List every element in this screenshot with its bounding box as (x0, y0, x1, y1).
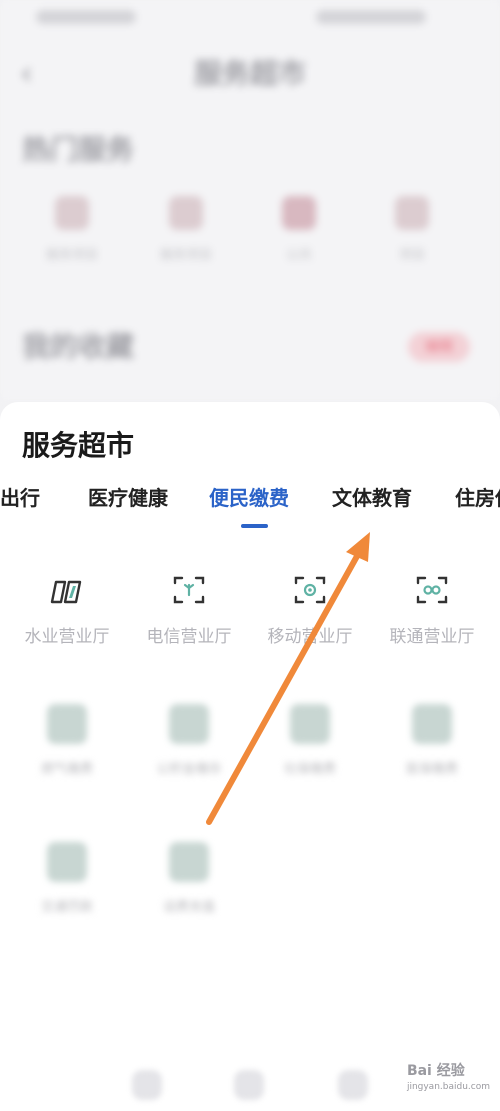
background-page: ‹ 服务超市 热门服务 服务项目 服务项目 公共 项目 我的收藏 编辑 (0, 0, 500, 400)
baidu-watermark: Bai 经验 jingyan.baidu.com (407, 1060, 490, 1092)
service-item[interactable]: 燃气缴费 (7, 704, 127, 777)
service-icon (169, 704, 209, 744)
unicom-label: 联通营业厅 (389, 627, 475, 647)
status-bar-right (316, 10, 426, 24)
edit-button[interactable]: 编辑 (408, 332, 470, 362)
service-icon (47, 704, 87, 744)
tab-utilities[interactable]: 便民缴费 (209, 482, 289, 511)
mobile-item[interactable]: 移动营业厅 (250, 570, 370, 647)
service-market-sheet: 服务超市 交通出行 医疗健康 便民缴费 文体教育 住房保障 水业营业厅 电信营业… (0, 402, 500, 1111)
hot-service-label: 服务项目 (45, 248, 98, 263)
tab-culture-education[interactable]: 文体教育 (332, 482, 412, 511)
service-label: 话费充值 (162, 900, 215, 915)
telecom-item[interactable]: 电信营业厅 (129, 570, 249, 647)
water-bill-label: 水业营业厅 (24, 627, 110, 647)
tab-transport[interactable]: 交通出行 (0, 482, 40, 511)
status-bar-left (36, 10, 136, 24)
hot-services-row: 服务项目 服务项目 公共 项目 (0, 196, 500, 276)
service-label: 公积金缴存 (156, 762, 222, 777)
status-bar (0, 8, 500, 28)
unicom-item[interactable]: 联通营业厅 (372, 570, 492, 647)
service-label: 社保缴费 (283, 762, 336, 777)
hot-service-item[interactable]: 公共 (259, 196, 339, 263)
hot-services-heading: 热门服务 (22, 133, 135, 166)
tab-housing[interactable]: 住房保障 (455, 482, 500, 511)
service-label: 交通罚款 (40, 900, 93, 915)
service-label: 医保缴费 (405, 762, 458, 777)
unicom-icon (412, 570, 452, 610)
water-bill-icon (47, 570, 87, 610)
service-icon (282, 196, 316, 230)
service-item[interactable]: 医保缴费 (372, 704, 492, 777)
mobile-icon (290, 570, 330, 610)
service-item[interactable]: 公积金缴存 (129, 704, 249, 777)
service-icon (169, 196, 203, 230)
sheet-title: 服务超市 (22, 429, 135, 462)
service-item[interactable]: 社保缴费 (250, 704, 370, 777)
page-title: 服务超市 (193, 57, 306, 90)
category-tabs: 交通出行 医疗健康 便民缴费 文体教育 住房保障 (0, 482, 500, 522)
watermark-url: jingyan.baidu.com (406, 1082, 490, 1092)
hot-service-item[interactable]: 项目 (372, 196, 452, 263)
tab-medical[interactable]: 医疗健康 (88, 482, 168, 511)
watermark-brand: Bai 经验 (406, 1063, 465, 1079)
nav-home-icon[interactable] (234, 1070, 264, 1100)
service-icon (290, 704, 330, 744)
hot-service-label: 公共 (285, 248, 312, 263)
service-icon (395, 196, 429, 230)
hot-service-label: 服务项目 (159, 248, 212, 263)
service-item[interactable]: 交通罚款 (7, 842, 127, 915)
service-icon (169, 842, 209, 882)
nav-recent-icon[interactable] (338, 1070, 368, 1100)
telecom-label: 电信营业厅 (146, 627, 232, 647)
hot-service-item[interactable]: 服务项目 (32, 196, 112, 263)
favorites-heading: 我的收藏 (22, 330, 135, 363)
service-icon (55, 196, 89, 230)
telecom-icon (169, 570, 209, 610)
hot-service-item[interactable]: 服务项目 (146, 196, 226, 263)
service-item[interactable]: 话费充值 (129, 842, 249, 915)
water-bill-item[interactable]: 水业营业厅 (7, 570, 127, 647)
nav-back-icon[interactable] (132, 1070, 162, 1100)
active-tab-indicator (241, 524, 268, 528)
service-label: 燃气缴费 (40, 762, 93, 777)
hot-service-label: 项目 (398, 248, 425, 263)
service-icon (47, 842, 87, 882)
service-icon (412, 704, 452, 744)
mobile-label: 移动营业厅 (267, 627, 353, 647)
